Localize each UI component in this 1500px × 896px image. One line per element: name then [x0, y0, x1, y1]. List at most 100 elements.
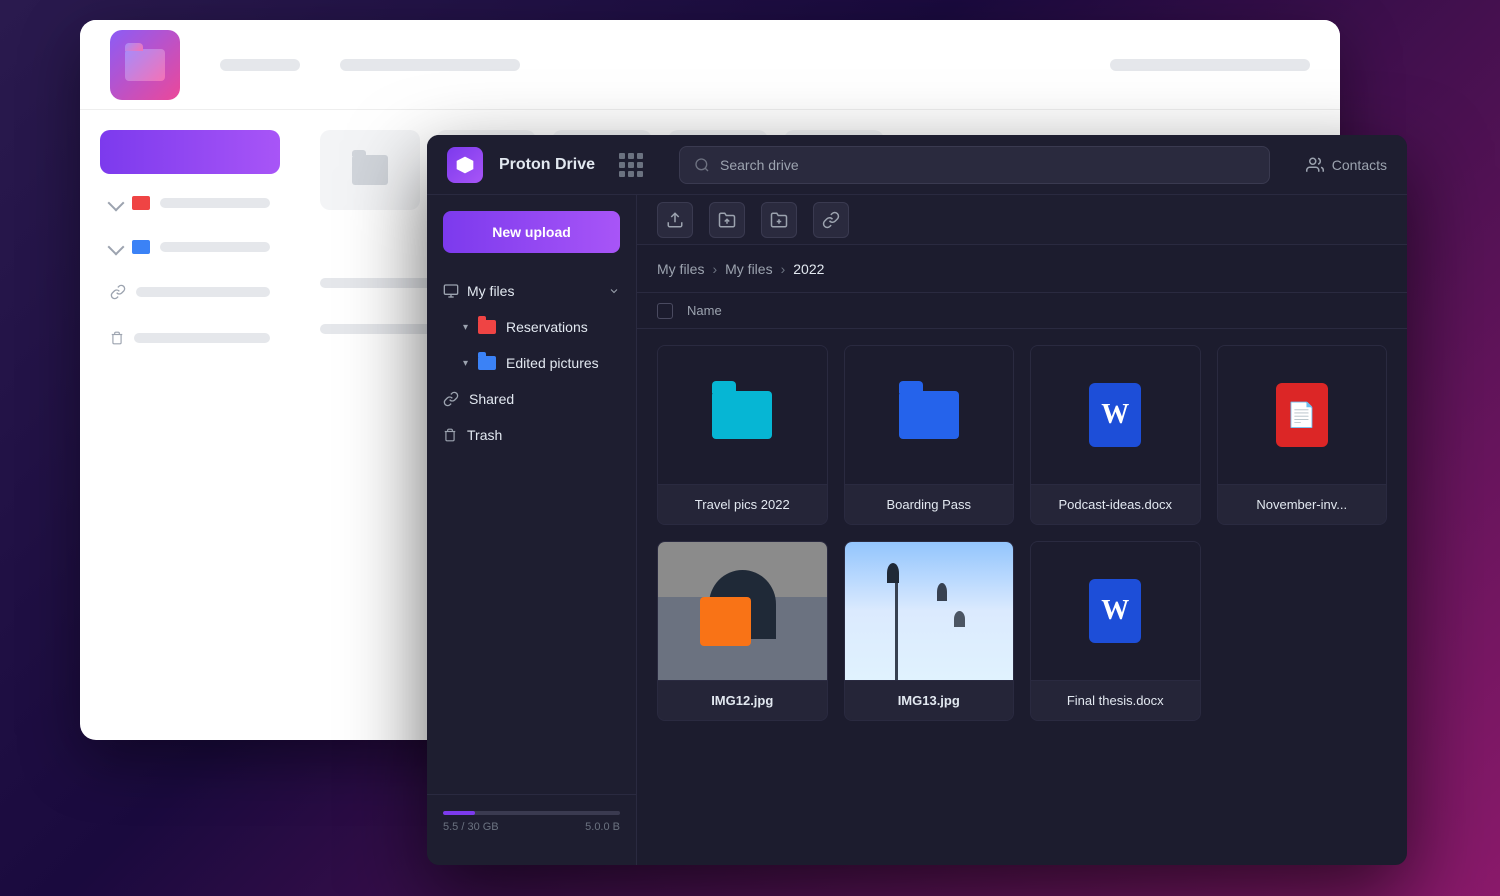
- bg-item-bar-1: [160, 198, 270, 208]
- new-upload-button[interactable]: New upload: [443, 211, 620, 253]
- storage-bar-background: [443, 811, 620, 815]
- file-preview-final-thesis: [1031, 542, 1200, 680]
- file-card-travel-pics[interactable]: Travel pics 2022: [657, 345, 828, 525]
- sidebar-label-edited-pictures: Edited pictures: [506, 355, 599, 371]
- proton-sidebar: New upload My files ▾ Reservations ▾: [427, 195, 637, 865]
- breadcrumb: My files › My files › 2022: [637, 245, 1407, 293]
- bg-sidebar-item-2: [100, 232, 280, 262]
- bg-sidebar-item-4: [100, 322, 280, 354]
- file-preview-img13: [845, 542, 1014, 680]
- file-preview-img12: [658, 542, 827, 680]
- bg-gray-folder-1: [352, 155, 388, 185]
- bg-header: [80, 20, 1340, 110]
- bg-link-icon: [110, 284, 126, 300]
- storage-right-label: 5.0.0 B: [585, 821, 620, 833]
- folder-icon-red: [478, 320, 496, 334]
- word-icon-podcast: [1089, 383, 1141, 447]
- sidebar-item-shared[interactable]: Shared: [427, 381, 636, 417]
- bg-sidebar: [80, 110, 300, 740]
- drive-icon: [443, 283, 459, 299]
- select-all-checkbox[interactable]: [657, 303, 687, 319]
- checkbox-box[interactable]: [657, 303, 673, 319]
- bg-logo: [110, 30, 180, 100]
- new-folder-icon: [770, 211, 788, 229]
- bg-chevron-1: [108, 195, 125, 212]
- file-name-final-thesis: Final thesis.docx: [1031, 680, 1200, 720]
- folder-icon-cyan: [712, 391, 772, 439]
- pdf-icon-november: [1276, 383, 1328, 447]
- upload-folder-button[interactable]: [709, 202, 745, 238]
- breadcrumb-item-2[interactable]: My files: [725, 261, 772, 277]
- breadcrumb-item-1[interactable]: My files: [657, 261, 704, 277]
- upload-file-icon: [666, 211, 684, 229]
- bg-folder-icon: [125, 49, 165, 81]
- file-card-podcast[interactable]: Podcast-ideas.docx: [1030, 345, 1201, 525]
- get-link-icon: [822, 211, 840, 229]
- link-icon: [443, 391, 459, 407]
- file-name-november: November-inv...: [1218, 484, 1387, 524]
- bg-folder-card-1: [320, 130, 420, 210]
- sidebar-my-files[interactable]: My files: [427, 273, 636, 309]
- contacts-button[interactable]: Contacts: [1306, 156, 1387, 174]
- file-card-boarding-pass[interactable]: Boarding Pass: [844, 345, 1015, 525]
- grid-dot: [619, 171, 625, 177]
- proton-app-name: Proton Drive: [499, 156, 595, 174]
- file-name-podcast: Podcast-ideas.docx: [1031, 484, 1200, 524]
- proton-toolbar: [637, 195, 1407, 245]
- grid-dot: [637, 153, 643, 159]
- bg-item-icon-2: [132, 240, 150, 254]
- file-preview-travel-pics: [658, 346, 827, 484]
- storage-bar-fill: [443, 811, 475, 815]
- file-preview-podcast: [1031, 346, 1200, 484]
- file-grid: Travel pics 2022 Boarding Pass Podcast-i…: [637, 329, 1407, 865]
- breadcrumb-sep-1: ›: [712, 261, 717, 277]
- sidebar-item-reservations[interactable]: ▾ Reservations: [427, 309, 636, 345]
- storage-indicator: 5.5 / 30 GB 5.0.0 B: [427, 794, 636, 849]
- expand-arrow-icon: ▾: [463, 322, 468, 333]
- search-placeholder-text: Search drive: [720, 157, 799, 173]
- bg-item-bar-4: [134, 333, 270, 343]
- storage-used-label: 5.5 / 30 GB: [443, 821, 499, 833]
- search-icon: [694, 157, 710, 173]
- file-card-img12[interactable]: IMG12.jpg: [657, 541, 828, 721]
- proton-main-content: My files › My files › 2022 Name: [637, 195, 1407, 865]
- proton-icon-svg: [455, 155, 475, 175]
- grid-apps-icon[interactable]: [619, 153, 643, 177]
- file-list-header: Name: [637, 293, 1407, 329]
- get-link-button[interactable]: [813, 202, 849, 238]
- storage-text: 5.5 / 30 GB 5.0.0 B: [443, 821, 620, 833]
- bg-item-icon-1: [132, 196, 150, 210]
- grid-dot: [628, 171, 634, 177]
- sidebar-item-trash[interactable]: Trash: [427, 417, 636, 453]
- bg-nav-pill-1: [220, 59, 300, 71]
- file-name-img13: IMG13.jpg: [845, 680, 1014, 720]
- bg-nav-pill-3: [1110, 59, 1310, 71]
- expand-arrow-icon-2: ▾: [463, 358, 468, 369]
- img12-jacket: [700, 597, 751, 645]
- grid-dot: [619, 162, 625, 168]
- bg-trash-icon: [110, 330, 124, 346]
- sidebar-item-edited-pictures[interactable]: ▾ Edited pictures: [427, 345, 636, 381]
- file-preview-november: [1218, 346, 1387, 484]
- bg-sidebar-item-1: [100, 188, 280, 218]
- upload-file-button[interactable]: [657, 202, 693, 238]
- upload-folder-icon: [718, 211, 736, 229]
- img13-thumbnail: [845, 542, 1014, 680]
- search-bar[interactable]: Search drive: [679, 146, 1270, 184]
- proton-window: Proton Drive Search drive Contacts: [427, 135, 1407, 865]
- img12-thumbnail: [658, 542, 827, 680]
- file-name-boarding-pass: Boarding Pass: [845, 484, 1014, 524]
- bg-nav-pill-2: [340, 59, 520, 71]
- file-card-img13[interactable]: IMG13.jpg: [844, 541, 1015, 721]
- img13-person3: [954, 611, 965, 627]
- sidebar-label-trash: Trash: [467, 427, 502, 443]
- file-preview-boarding-pass: [845, 346, 1014, 484]
- file-card-november[interactable]: November-inv...: [1217, 345, 1388, 525]
- sidebar-label-shared: Shared: [469, 391, 514, 407]
- new-folder-button[interactable]: [761, 202, 797, 238]
- bg-item-bar-2: [160, 242, 270, 252]
- my-files-label: My files: [467, 283, 600, 299]
- file-card-final-thesis[interactable]: Final thesis.docx: [1030, 541, 1201, 721]
- file-name-travel-pics: Travel pics 2022: [658, 484, 827, 524]
- proton-body: New upload My files ▾ Reservations ▾: [427, 195, 1407, 865]
